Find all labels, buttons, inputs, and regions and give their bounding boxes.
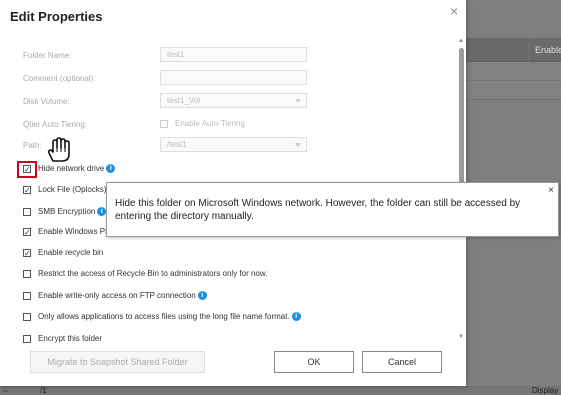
cancel-button[interactable]: Cancel bbox=[362, 351, 442, 373]
option-label: SMB Encryption bbox=[38, 207, 96, 216]
path-select[interactable]: /test1 bbox=[160, 137, 307, 152]
migrate-snapshot-button[interactable]: Migrate to Snapshot Shared Folder bbox=[30, 351, 205, 373]
checkbox[interactable]: ✓ bbox=[23, 249, 31, 258]
scroll-down-icon[interactable]: ▼ bbox=[458, 334, 464, 340]
checkbox[interactable] bbox=[23, 270, 31, 278]
chevron-down-icon bbox=[295, 143, 301, 147]
auto-tiering-checkbox[interactable] bbox=[160, 120, 168, 128]
disk-volume-select[interactable]: test1_Vol bbox=[160, 93, 307, 108]
disk-volume-value: test1_Vol bbox=[167, 96, 200, 105]
close-icon[interactable]: × bbox=[450, 3, 458, 19]
bg-footer-display: Display it bbox=[532, 386, 559, 395]
checkbox[interactable] bbox=[23, 292, 31, 300]
info-icon[interactable]: i bbox=[106, 164, 116, 174]
option-label: Only allows applications to access files… bbox=[38, 312, 290, 321]
dialog-title: Edit Properties bbox=[10, 9, 103, 24]
scroll-up-icon[interactable]: ▲ bbox=[458, 38, 464, 44]
tooltip-close-icon[interactable]: × bbox=[548, 185, 554, 196]
checkbox[interactable] bbox=[23, 335, 31, 343]
option-label: Restrict the access of Recycle Bin to ad… bbox=[38, 269, 268, 278]
bg-footer bbox=[0, 386, 561, 395]
bg-header-enable: Enable bbox=[535, 45, 561, 55]
checkbox[interactable]: ✓ bbox=[23, 186, 31, 195]
path-value: /test1 bbox=[167, 140, 187, 149]
option-label: Hide network drive bbox=[38, 164, 105, 173]
disk-volume-label: Disk Volume: bbox=[23, 97, 70, 106]
info-icon[interactable]: i bbox=[291, 312, 301, 322]
highlight-box bbox=[17, 161, 37, 178]
option-label: Enable write-only access on FTP connecti… bbox=[38, 291, 196, 300]
auto-tiering-label: Enable Auto-Tiering bbox=[175, 119, 245, 128]
checkbox[interactable] bbox=[23, 208, 31, 216]
chevron-down-icon bbox=[295, 99, 301, 103]
tooltip-text: Hide this folder on Microsoft Windows ne… bbox=[115, 198, 521, 222]
info-icon[interactable]: i bbox=[97, 207, 107, 217]
qtier-label: Qtier Auto Tiering: bbox=[23, 120, 88, 129]
folder-name-input[interactable]: test1 bbox=[160, 47, 307, 62]
hide-drive-tooltip: × Hide this folder on Microsoft Windows … bbox=[106, 182, 559, 237]
ok-button[interactable]: OK bbox=[274, 351, 354, 373]
checkbox[interactable]: ✓ bbox=[23, 228, 31, 237]
bg-table-row bbox=[466, 62, 561, 81]
option-label: Lock File (Oplocks) bbox=[38, 185, 107, 194]
scroll-thumb[interactable] bbox=[459, 48, 464, 184]
folder-name-label: Folder Name: bbox=[23, 51, 72, 60]
comment-input[interactable] bbox=[160, 70, 307, 85]
bg-table-row bbox=[466, 81, 561, 100]
option-label: Enable recycle bin bbox=[38, 248, 104, 257]
option-label: Enable Windows Pr bbox=[38, 227, 108, 236]
bg-footer-page: /1 bbox=[40, 386, 47, 395]
option-label: Encrypt this folder bbox=[38, 334, 103, 343]
path-label: Path: bbox=[23, 141, 42, 150]
checkbox[interactable] bbox=[23, 313, 31, 321]
hand-pointer-icon bbox=[47, 137, 70, 162]
bg-footer-nav: ← bbox=[2, 386, 10, 395]
info-icon[interactable]: i bbox=[197, 291, 207, 301]
comment-label: Comment (optional): bbox=[23, 74, 96, 83]
